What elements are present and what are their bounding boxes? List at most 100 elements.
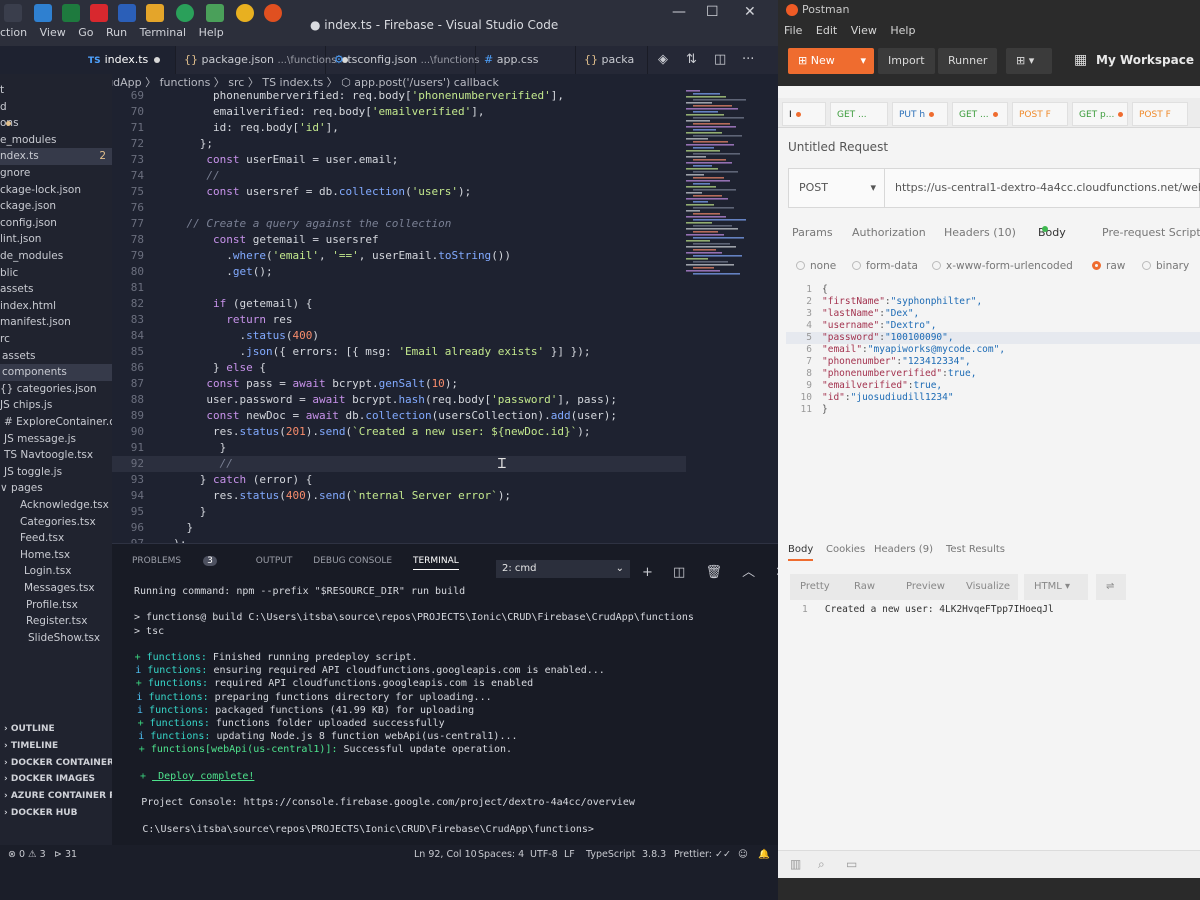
sidebar-section-header[interactable]: › OUTLINE <box>4 724 55 734</box>
explorer-item[interactable]: t <box>0 82 4 99</box>
git-compare-icon[interactable]: ◈ <box>658 52 668 67</box>
explorer-item[interactable]: assets <box>0 348 35 365</box>
tab-headers[interactable]: Headers (10) <box>944 226 1016 239</box>
explorer-item[interactable]: rc <box>0 331 10 348</box>
explorer-item[interactable]: {} categories.json <box>0 381 97 398</box>
sidebar-section-header[interactable]: › DOCKER HUB <box>4 808 77 818</box>
tab-response-body[interactable]: Body <box>788 544 814 561</box>
sidebar-section-header[interactable]: › DOCKER CONTAINERS <box>4 758 120 768</box>
request-tab[interactable]: POST F <box>1012 102 1068 126</box>
tab-package[interactable]: {} packa <box>576 46 648 74</box>
explorer-item[interactable]: ckage.json <box>0 198 56 215</box>
tab-authorization[interactable]: Authorization <box>852 226 926 239</box>
explorer-item[interactable]: # ExploreContainer.css <box>0 414 126 431</box>
explorer-item[interactable]: Home.tsx <box>0 547 70 564</box>
excel-icon[interactable] <box>62 4 80 22</box>
maximize-panel-icon[interactable]: ︿ <box>742 565 755 580</box>
app-red-icon[interactable] <box>90 4 108 22</box>
tab-app-css[interactable]: # app.css <box>476 46 576 74</box>
encoding-setting[interactable]: UTF-8 <box>530 849 558 860</box>
radio-none[interactable]: none <box>796 260 836 272</box>
explorer-item[interactable]: Messages.tsx <box>0 580 95 597</box>
menu-item[interactable]: Go <box>78 26 93 39</box>
open-changes-icon[interactable]: ⇅ <box>686 52 697 67</box>
ts-version[interactable]: 3.8.3 <box>642 849 666 860</box>
menu-item[interactable]: Run <box>106 26 127 39</box>
menu-item[interactable]: Terminal <box>140 26 187 39</box>
app-icon[interactable] <box>4 4 22 22</box>
explorer-item[interactable]: components <box>0 364 112 382</box>
tab-problems[interactable]: PROBLEMS 3 <box>132 556 235 566</box>
request-tab[interactable]: POST F <box>1132 102 1188 126</box>
maximize-icon[interactable]: ☐ <box>706 4 719 20</box>
console-icon[interactable]: ▭ <box>846 857 857 871</box>
split-terminal-icon[interactable]: ◫ <box>673 565 685 580</box>
chrome-icon[interactable] <box>236 4 254 22</box>
explorer-item[interactable]: ons <box>0 115 19 132</box>
runner-button[interactable]: Runner <box>938 48 998 74</box>
explorer-item[interactable]: gnore <box>0 165 30 182</box>
tab-index-ts[interactable]: TS index.ts <box>80 46 176 74</box>
prettier-status[interactable]: Prettier: ✓✓ <box>674 849 731 860</box>
raw-button[interactable]: Raw <box>844 574 896 600</box>
menu-item[interactable]: File <box>784 24 802 37</box>
explorer-item[interactable]: ∨ pages <box>0 480 43 497</box>
explorer-item[interactable]: Register.tsx <box>0 613 87 630</box>
split-editor-icon[interactable]: ◫ <box>714 52 726 67</box>
request-tab[interactable]: PUT h <box>892 102 948 126</box>
response-body[interactable]: 1 Created a new user: 4LK2HvqeFTpp7IHoeq… <box>802 604 1054 615</box>
more-actions-icon[interactable]: ··· <box>742 52 754 67</box>
tab-pre-request-script[interactable]: Pre-request Script <box>1102 226 1200 239</box>
explorer-item[interactable]: JS chips.js <box>0 397 52 414</box>
tab-params[interactable]: Params <box>792 226 833 239</box>
terminal-select[interactable]: 2: cmd ⌄ <box>496 560 630 578</box>
folder-icon[interactable] <box>146 4 164 22</box>
code-editor[interactable]: 69 phonenumberverified: req.body['phonen… <box>112 88 778 566</box>
explorer-item[interactable]: ndex.ts 2 <box>0 148 112 166</box>
minimize-icon[interactable]: — <box>672 4 686 20</box>
wrap-lines-icon[interactable]: ⇌ <box>1096 574 1126 600</box>
tab-terminal[interactable]: TERMINAL <box>412 556 459 570</box>
explorer-item[interactable]: config.json <box>0 215 57 232</box>
explorer-item[interactable]: de_modules <box>0 248 63 265</box>
sidebar-section-header[interactable]: › DOCKER IMAGES <box>4 774 95 784</box>
workspace-selector[interactable]: My Workspace <box>1096 53 1194 67</box>
explorer-item[interactable]: assets <box>0 281 33 298</box>
eol-setting[interactable]: LF <box>564 849 575 860</box>
explorer-item[interactable]: Profile.tsx <box>0 597 78 614</box>
explorer-item[interactable]: index.html <box>0 298 56 315</box>
feedback-icon[interactable]: ☺ <box>738 849 748 860</box>
explorer-item[interactable]: blic <box>0 265 18 282</box>
sidebar-toggle-icon[interactable]: ▥ <box>790 857 801 871</box>
method-select[interactable]: POST ▾ <box>789 169 885 207</box>
menu-item[interactable]: View <box>40 26 66 39</box>
request-tab[interactable]: GET ... <box>830 102 888 126</box>
url-input[interactable]: https://us-central1-dextro-4a4cc.cloudfu… <box>895 181 1200 194</box>
explorer-item[interactable]: Login.tsx <box>0 563 71 580</box>
sidebar-section-header[interactable]: › TIMELINE <box>4 741 58 751</box>
postman-taskbar-icon[interactable] <box>264 4 282 22</box>
explorer-item[interactable]: JS message.js <box>0 431 76 448</box>
pretty-button[interactable]: Pretty <box>790 574 844 600</box>
request-tab[interactable]: I <box>782 102 826 126</box>
close-icon[interactable]: ✕ <box>744 4 756 20</box>
request-tab[interactable]: GET ... <box>952 102 1008 126</box>
cursor-position[interactable]: Ln 92, Col 10 <box>414 849 477 860</box>
format-select[interactable]: HTML ▾ <box>1024 574 1088 600</box>
explorer-item[interactable]: JS toggle.js <box>0 464 62 481</box>
explorer-item[interactable]: manifest.json <box>0 314 71 331</box>
explorer-item[interactable]: ckage-lock.json <box>0 182 81 199</box>
explorer-item[interactable]: Categories.tsx <box>0 514 96 531</box>
import-button[interactable]: Import <box>878 48 935 74</box>
vscode-taskbar-icon[interactable] <box>34 4 52 22</box>
new-button[interactable]: ⊞ New ▾ <box>788 48 874 74</box>
explorer-item[interactable]: Feed.tsx <box>0 530 64 547</box>
explorer-item[interactable]: d <box>0 99 7 116</box>
trash-icon[interactable]: 🗑 <box>705 565 722 580</box>
menu-item[interactable]: Help <box>890 24 915 37</box>
visualize-button[interactable]: Visualize <box>956 574 1018 600</box>
explorer-item[interactable]: Acknowledge.tsx <box>0 497 109 514</box>
radio-form-data[interactable]: form-data <box>852 260 918 272</box>
radio-binary[interactable]: binary <box>1142 260 1189 272</box>
ports-status[interactable]: ⊳ 31 <box>54 849 77 860</box>
